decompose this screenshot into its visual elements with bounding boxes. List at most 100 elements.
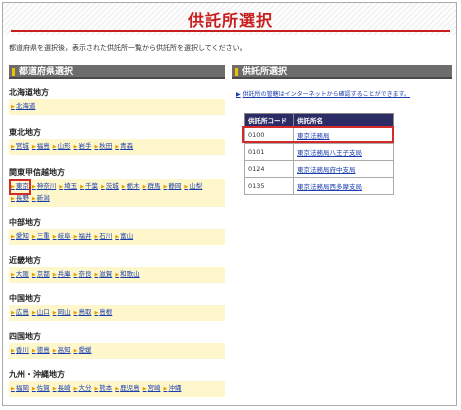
- jurisdiction-link-text[interactable]: 供託所の管轄はインターネットから確認することができます。: [243, 91, 410, 98]
- pref-link[interactable]: ▶新潟: [32, 193, 50, 205]
- pref-link[interactable]: ▶奈良: [74, 269, 92, 281]
- pref-link[interactable]: ▶宮城: [11, 141, 29, 153]
- pref-label: 福島: [36, 142, 50, 150]
- pref-link[interactable]: ▶秋田: [94, 141, 112, 153]
- arrow-right-icon: ▶: [11, 310, 15, 316]
- pref-link[interactable]: ▶群馬: [143, 181, 161, 193]
- arrow-right-icon: ▶: [11, 184, 15, 190]
- pref-link[interactable]: ▶沖縄: [164, 383, 182, 395]
- pref-link[interactable]: ▶山梨: [184, 181, 202, 193]
- pref-link[interactable]: ▶岡山: [53, 307, 71, 319]
- pref-label: 石川: [99, 232, 113, 240]
- arrow-right-icon: ▶: [94, 386, 99, 392]
- table-row[interactable]: 0101 東京法務局八王子支局: [244, 143, 394, 161]
- pref-link[interactable]: ▶香川: [11, 345, 29, 357]
- table-row[interactable]: 0100 東京法務局: [244, 126, 394, 144]
- pref-link[interactable]: ▶北海道: [11, 101, 35, 113]
- pref-label: 宮崎: [147, 384, 161, 392]
- pref-label: 愛知: [15, 232, 29, 240]
- pref-link[interactable]: ▶石川: [94, 231, 112, 243]
- pref-label: 三重: [36, 232, 50, 240]
- pref-list: ▶福岡 ▶佐賀 ▶長崎 ▶大分 ▶熊本 ▶鹿児島 ▶宮崎 ▶沖縄: [9, 381, 225, 397]
- pref-link[interactable]: ▶鳥取: [74, 307, 92, 319]
- office-name-link[interactable]: 東京法務局府中支局: [297, 166, 356, 174]
- column-header-code: 供託所コード: [244, 113, 294, 127]
- arrow-right-icon: ▶: [11, 104, 15, 110]
- office-name-cell: 東京法務局府中支局: [293, 160, 394, 178]
- pref-list: ▶宮城 ▶福島 ▶山形 ▶岩手 ▶秋田 ▶青森: [9, 139, 225, 155]
- region-hokkaido: 北海道地方 ▶北海道: [9, 87, 225, 115]
- pref-link[interactable]: ▶島根: [94, 307, 112, 319]
- pref-label: 北海道: [15, 102, 36, 110]
- pref-link[interactable]: ▶京都: [32, 269, 50, 281]
- office-name-link[interactable]: 東京法務局八王子支局: [297, 149, 362, 157]
- pref-list: ▶大阪 ▶京都 ▶兵庫 ▶奈良 ▶滋賀 ▶和歌山: [9, 267, 225, 283]
- pref-label: 茨城: [105, 182, 119, 190]
- pref-label: 東京: [15, 182, 29, 190]
- office-name-link[interactable]: 東京法務局西多摩支局: [297, 183, 362, 191]
- pref-link[interactable]: ▶栃木: [122, 181, 140, 193]
- pref-label: 兵庫: [57, 270, 71, 278]
- pref-link[interactable]: ▶佐賀: [32, 383, 50, 395]
- arrow-right-icon: ▶: [52, 348, 57, 354]
- office-table: 供託所コード 供託所名 0100 東京法務局 0101 東京法務局八王子支局 0…: [244, 113, 394, 195]
- pref-label: 島根: [99, 308, 113, 316]
- pref-link[interactable]: ▶東京: [9, 179, 31, 195]
- arrow-right-icon: ▶: [31, 196, 36, 202]
- column-header-name: 供託所名: [293, 113, 394, 127]
- pref-link[interactable]: ▶千葉: [80, 181, 98, 193]
- pref-link[interactable]: ▶長野: [11, 193, 29, 205]
- pref-link[interactable]: ▶滋賀: [94, 269, 112, 281]
- arrow-right-icon: ▶: [115, 272, 120, 278]
- table-header-row: 供託所コード 供託所名: [244, 113, 394, 127]
- arrow-right-icon: ▶: [94, 272, 99, 278]
- region-name: 北海道地方: [9, 88, 49, 97]
- pref-link[interactable]: ▶和歌山: [115, 269, 139, 281]
- pref-label: 長崎: [57, 384, 71, 392]
- region-chugoku: 中国地方 ▶広島 ▶山口 ▶岡山 ▶鳥取 ▶島根: [9, 293, 225, 321]
- pref-link[interactable]: ▶広島: [11, 307, 29, 319]
- pref-label: 青森: [120, 142, 134, 150]
- pref-link[interactable]: ▶埼玉: [59, 181, 77, 193]
- pref-link[interactable]: ▶宮崎: [143, 383, 161, 395]
- pref-link[interactable]: ▶大分: [74, 383, 92, 395]
- instruction-text: 都道府県を選択後，表示された供託所一覧から供託所を選択してください。: [9, 44, 247, 52]
- arrow-right-icon: ▶: [31, 144, 36, 150]
- office-name-cell: 東京法務局八王子支局: [293, 143, 394, 161]
- pref-link[interactable]: ▶鹿児島: [115, 383, 139, 395]
- pref-link[interactable]: ▶大阪: [11, 269, 29, 281]
- pref-link[interactable]: ▶愛知: [11, 231, 29, 243]
- jurisdiction-link[interactable]: ▶ 供託所の管轄はインターネットから確認することができます。: [236, 89, 410, 98]
- pref-label: 鹿児島: [120, 384, 140, 392]
- pref-link[interactable]: ▶愛媛: [74, 345, 92, 357]
- office-name-link[interactable]: 東京法務局: [297, 132, 330, 140]
- pref-link[interactable]: ▶青森: [115, 141, 133, 153]
- pref-link[interactable]: ▶福井: [74, 231, 92, 243]
- arrow-right-icon: ▶: [31, 234, 36, 240]
- pref-link[interactable]: ▶山口: [32, 307, 50, 319]
- pref-link[interactable]: ▶静岡: [164, 181, 182, 193]
- pref-link[interactable]: ▶神奈川: [32, 181, 56, 193]
- pref-link[interactable]: ▶兵庫: [53, 269, 71, 281]
- pref-link[interactable]: ▶岩手: [74, 141, 92, 153]
- pref-link[interactable]: ▶岐阜: [53, 231, 71, 243]
- arrow-right-icon: ▶: [11, 196, 15, 202]
- pref-link[interactable]: ▶徳島: [32, 345, 50, 357]
- pref-label: 埼玉: [64, 182, 78, 190]
- pref-link[interactable]: ▶長崎: [53, 383, 71, 395]
- pref-link[interactable]: ▶福岡: [11, 383, 29, 395]
- pref-link[interactable]: ▶富山: [115, 231, 133, 243]
- pref-link[interactable]: ▶熊本: [94, 383, 112, 395]
- pref-link[interactable]: ▶高知: [53, 345, 71, 357]
- pref-link[interactable]: ▶福島: [32, 141, 50, 153]
- table-row[interactable]: 0124 東京法務局府中支局: [244, 160, 394, 178]
- pref-link[interactable]: ▶山形: [53, 141, 71, 153]
- region-kinki: 近畿地方 ▶大阪 ▶京都 ▶兵庫 ▶奈良 ▶滋賀 ▶和歌山: [9, 255, 225, 283]
- region-name: 東北地方: [9, 128, 41, 137]
- pref-link[interactable]: ▶三重: [32, 231, 50, 243]
- pref-label: 岐阜: [57, 232, 71, 240]
- pref-link[interactable]: ▶茨城: [101, 181, 119, 193]
- table-row[interactable]: 0135 東京法務局西多摩支局: [244, 177, 394, 195]
- arrow-right-icon: ▶: [163, 386, 168, 392]
- arrow-right-icon: ▶: [73, 310, 78, 316]
